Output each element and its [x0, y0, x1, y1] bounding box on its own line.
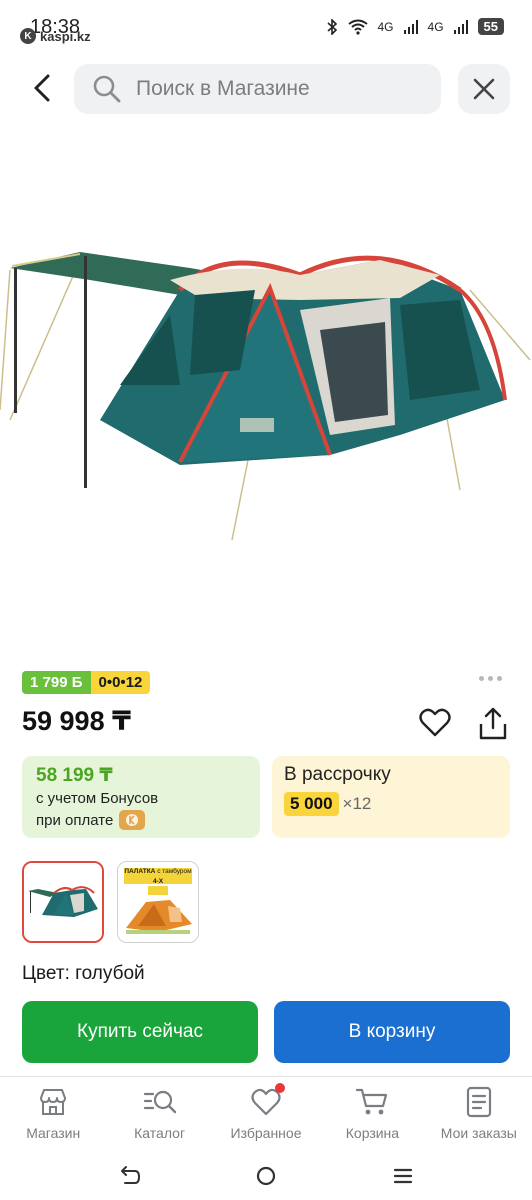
product-image[interactable] — [0, 180, 532, 580]
network-1-label: 4G — [377, 19, 394, 34]
image-pager-dots — [479, 676, 502, 681]
nav-item-orders[interactable]: Мои заказы — [426, 1077, 532, 1152]
system-home-icon — [256, 1166, 276, 1186]
product-badges: 1 799 Б 0•0•12 — [22, 671, 151, 694]
kaspi-pay-icon — [119, 810, 146, 830]
installment-card[interactable]: В рассрочку 5 000 ×12 — [272, 756, 510, 838]
status-bar: 18:38 K kaspi.kz 4G 4G 55 — [0, 0, 532, 56]
orders-icon — [462, 1085, 496, 1119]
search-input[interactable]: Поиск в Магазине — [74, 64, 441, 114]
nav-item-catalog[interactable]: Каталог — [106, 1077, 212, 1152]
back-button[interactable] — [22, 68, 62, 108]
share-button[interactable] — [476, 706, 510, 742]
system-recents-button[interactable] — [388, 1161, 418, 1191]
nav-label-store: Магазин — [26, 1125, 81, 1141]
nav-item-store[interactable]: Магазин — [0, 1077, 106, 1152]
notification-dot — [274, 1083, 285, 1093]
search-icon — [93, 75, 121, 103]
product-price: 59 998 ₸ — [22, 706, 131, 736]
nav-label-orders: Мои заказы — [440, 1125, 517, 1141]
tent-thumbnail-icon — [24, 863, 102, 941]
system-back-icon — [120, 1166, 140, 1184]
system-recents-icon — [394, 1168, 413, 1184]
network-2-label: 4G — [427, 19, 444, 34]
chevron-left-icon — [34, 74, 50, 102]
nav-label-favorites: Избранное — [230, 1125, 302, 1141]
nav-label-catalog: Каталог — [134, 1125, 186, 1141]
close-icon — [473, 78, 495, 100]
thumb-text-line1: ПАЛАТКА — [124, 868, 156, 875]
thumb-text-line3: 4-Х — [152, 878, 164, 885]
bluetooth-icon — [326, 18, 337, 35]
status-app-label: kaspi.kz — [40, 28, 91, 44]
battery-indicator: 55 — [477, 18, 504, 35]
thumbnail-2[interactable]: ПАЛАТКА с тамбуром 4-Х — [117, 861, 199, 943]
close-search-button[interactable] — [458, 64, 510, 114]
cart-icon — [355, 1085, 389, 1119]
installment-multiplier: ×12 — [342, 794, 372, 813]
tent-image — [0, 252, 531, 541]
thumbnail-1[interactable] — [22, 861, 104, 943]
color-label: Цвет: голубой — [22, 963, 145, 984]
catalog-search-icon — [143, 1085, 177, 1119]
bonus-badge: 1 799 Б — [22, 671, 91, 694]
bonus-price-line2: при оплате — [36, 811, 114, 829]
nav-item-cart[interactable]: Корзина — [319, 1077, 425, 1152]
bonus-price-line2-wrap: при оплате — [36, 810, 246, 830]
thumb-text-line2: с тамбуром — [157, 868, 192, 875]
buy-now-button[interactable]: Купить сейчас — [22, 1001, 258, 1063]
pager-dot — [497, 676, 502, 681]
add-to-cart-button[interactable]: В корзину — [274, 1001, 510, 1063]
signal-icon — [403, 19, 418, 34]
pager-dot — [488, 676, 493, 681]
installment-payment: 5 000 — [284, 792, 339, 816]
status-indicators: 4G 4G 55 — [326, 18, 504, 35]
installment-row: 5 000 ×12 — [284, 792, 498, 816]
signal-icon-2 — [453, 19, 468, 34]
heart-icon — [419, 708, 451, 737]
pager-dot — [479, 676, 484, 681]
nav-label-cart: Корзина — [345, 1125, 400, 1141]
bottom-navigation: Магазин Каталог Избранное Корзина Мои за… — [0, 1076, 532, 1152]
status-app: K kaspi.kz — [20, 28, 91, 44]
kaspi-app-icon: K — [20, 28, 36, 44]
bonus-price-line1: с учетом Бонусов — [36, 790, 159, 807]
store-icon — [36, 1085, 70, 1119]
nav-item-favorites[interactable]: Избранное — [213, 1077, 319, 1152]
search-placeholder: Поиск в Магазине — [136, 77, 310, 100]
bonus-price-amount: 58 199 ₸ — [36, 765, 113, 786]
system-back-button[interactable] — [114, 1161, 144, 1191]
thumbnail-2-text: ПАЛАТКА с тамбуром 4-Х — [118, 868, 198, 886]
installment-title: В рассрочку — [284, 764, 391, 785]
system-home-button[interactable] — [251, 1161, 281, 1191]
favorite-button[interactable] — [418, 706, 452, 740]
installment-badge: 0•0•12 — [90, 671, 151, 694]
system-navigation — [0, 1152, 532, 1200]
wifi-icon — [347, 19, 368, 35]
bonus-price-card[interactable]: 58 199 ₸ с учетом Бонусов при оплате — [22, 756, 260, 838]
share-icon — [479, 707, 507, 740]
